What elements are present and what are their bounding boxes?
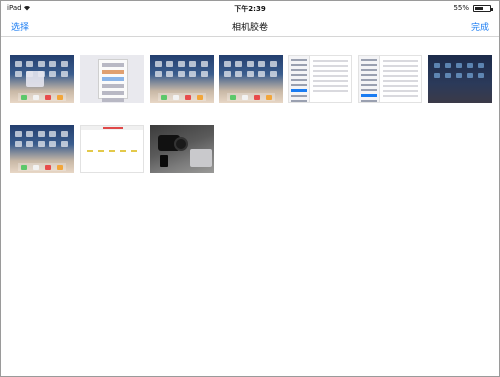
battery-fill bbox=[475, 7, 483, 10]
status-bar: iPad 下午2:39 55% bbox=[1, 1, 499, 15]
photo-thumbnail[interactable] bbox=[358, 55, 422, 103]
photo-thumbnail[interactable] bbox=[150, 125, 214, 173]
screen-frame: iPad 下午2:39 55% 选择 相机胶卷 完成 bbox=[0, 0, 500, 377]
navigation-bar: 选择 相机胶卷 完成 bbox=[1, 15, 499, 37]
photo-thumbnail[interactable] bbox=[10, 55, 74, 103]
done-button[interactable]: 完成 bbox=[471, 20, 489, 33]
photo-thumbnail[interactable] bbox=[219, 55, 283, 103]
photo-thumbnail[interactable] bbox=[80, 125, 144, 173]
clock: 下午2:39 bbox=[234, 5, 266, 13]
photo-thumbnail[interactable] bbox=[80, 55, 144, 103]
battery-percent: 55% bbox=[453, 4, 469, 12]
photo-thumbnail[interactable] bbox=[10, 125, 74, 173]
battery-icon bbox=[473, 5, 493, 12]
photo-thumbnail[interactable] bbox=[150, 55, 214, 103]
page-title: 相机胶卷 bbox=[231, 23, 268, 33]
photo-thumbnail[interactable] bbox=[288, 55, 352, 103]
photo-thumbnail[interactable] bbox=[428, 55, 492, 103]
